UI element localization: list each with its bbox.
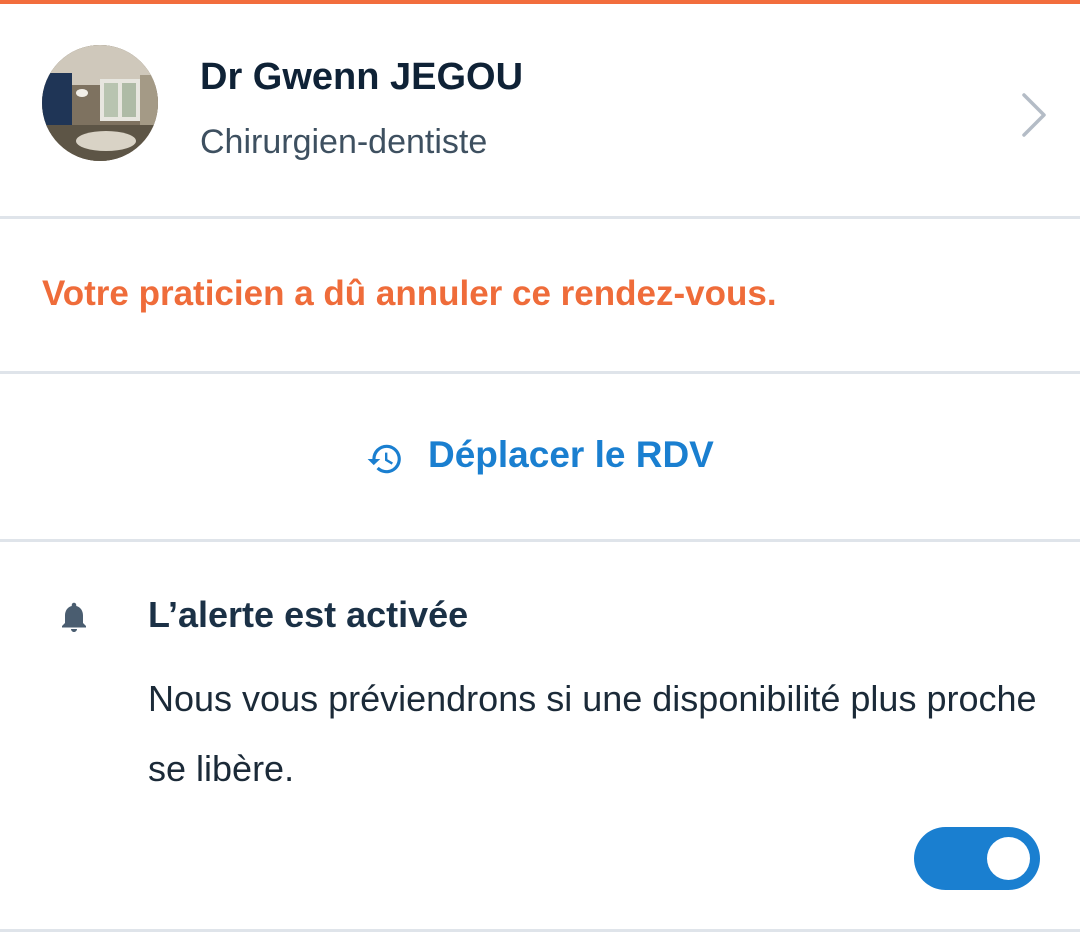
alert-toggle[interactable]	[914, 827, 1040, 890]
move-appointment-button[interactable]: Déplacer le RDV	[0, 374, 1080, 540]
practitioner-avatar	[42, 45, 158, 161]
chevron-right-icon[interactable]	[1014, 90, 1054, 140]
divider	[0, 539, 1080, 542]
practitioner-speciality: Chirurgien-dentiste	[200, 123, 488, 161]
practitioner-name: Dr Gwenn JEGOU	[200, 56, 524, 98]
alert-title: L’alerte est activée	[148, 594, 469, 635]
bell-icon	[62, 602, 86, 632]
move-appointment-label: Déplacer le RDV	[428, 434, 714, 475]
cancellation-notice: Votre praticien a dû annuler ce rendez-v…	[42, 274, 777, 313]
practitioner-card[interactable]: Dr Gwenn JEGOU Chirurgien-dentiste	[0, 4, 1080, 216]
appointment-detail-page: Dr Gwenn JEGOU Chirurgien-dentiste Votre…	[0, 0, 1080, 932]
toggle-knob	[987, 837, 1030, 880]
avatar-photo	[42, 45, 158, 161]
divider	[0, 216, 1080, 219]
alert-description: Nous vous préviendrons si une disponibil…	[148, 678, 1037, 789]
history-icon	[367, 444, 401, 474]
